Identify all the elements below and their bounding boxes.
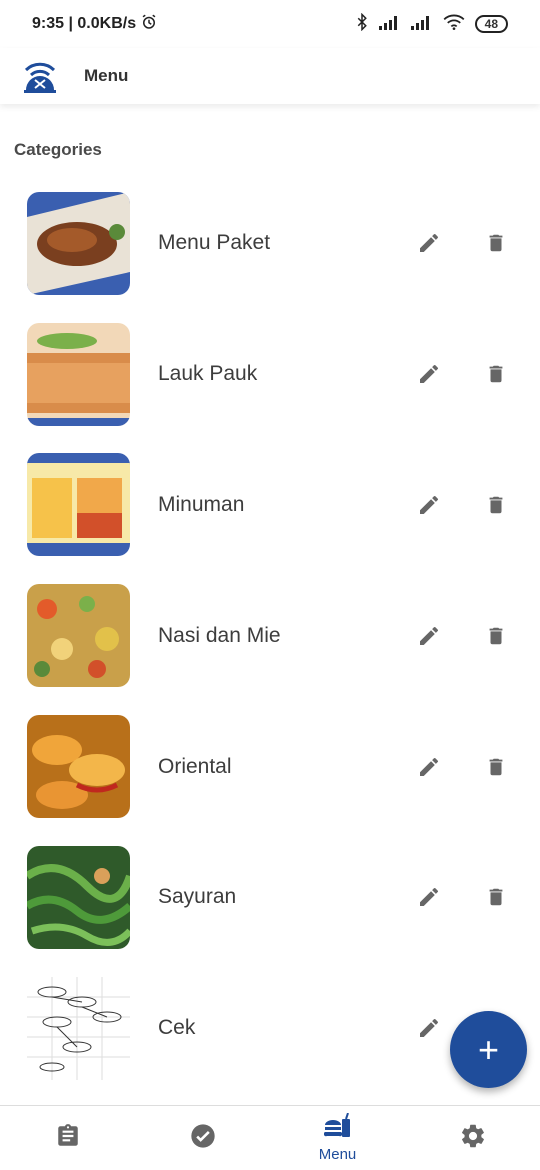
- status-time: 9:35 | 0.0KB/s: [32, 15, 137, 32]
- category-label: Nasi dan Mie: [158, 623, 281, 647]
- list-item[interactable]: Oriental: [0, 701, 540, 832]
- nav-label-menu: Menu: [318, 1146, 357, 1163]
- edit-icon[interactable]: [414, 228, 444, 258]
- status-bar: 9:35 | 0.0KB/s 48: [0, 0, 540, 48]
- list-item[interactable]: Minuman: [0, 440, 540, 571]
- plus-icon: +: [477, 1028, 500, 1070]
- category-thumbnail: [27, 322, 130, 426]
- section-title: Categories: [14, 140, 102, 159]
- list-item[interactable]: Menu Paket: [0, 178, 540, 309]
- page-title: Menu: [84, 66, 129, 85]
- delete-icon[interactable]: [481, 621, 511, 651]
- delete-icon[interactable]: [481, 359, 511, 389]
- delete-icon[interactable]: [481, 882, 511, 912]
- alarm-icon: [140, 13, 158, 36]
- nav-item-orders[interactable]: [0, 1106, 135, 1170]
- status-left: 9:35 | 0.0KB/s: [32, 13, 158, 36]
- signal-icon: [378, 14, 401, 35]
- app-bar: Menu: [0, 48, 540, 104]
- list-item[interactable]: Sayuran: [0, 832, 540, 963]
- status-right: 48: [355, 12, 508, 36]
- edit-icon[interactable]: [414, 490, 444, 520]
- delete-icon[interactable]: [481, 490, 511, 520]
- battery-indicator: 48: [474, 15, 508, 33]
- category-label: Cek: [158, 1016, 196, 1040]
- category-thumbnail: [27, 191, 130, 295]
- edit-icon[interactable]: [414, 359, 444, 389]
- edit-icon[interactable]: [414, 1013, 444, 1043]
- add-category-button[interactable]: +: [450, 1011, 527, 1088]
- category-label: Oriental: [158, 754, 232, 778]
- delete-icon[interactable]: [481, 228, 511, 258]
- food-menu-icon: [323, 1112, 352, 1144]
- wifi-icon: [443, 14, 465, 35]
- bottom-nav: Menu: [0, 1105, 540, 1170]
- category-thumbnail: [27, 584, 130, 688]
- category-label: Minuman: [158, 492, 245, 516]
- check-circle-icon: [189, 1122, 217, 1155]
- category-thumbnail: [27, 715, 130, 819]
- list-item[interactable]: Nasi dan Mie: [0, 570, 540, 701]
- edit-icon[interactable]: [414, 621, 444, 651]
- edit-icon[interactable]: [414, 882, 444, 912]
- gear-icon: [459, 1122, 487, 1155]
- category-label: Sayuran: [158, 885, 237, 909]
- category-thumbnail: [27, 976, 130, 1080]
- category-thumbnail: [27, 845, 130, 949]
- edit-icon[interactable]: [414, 752, 444, 782]
- list-item[interactable]: Lauk Pauk: [0, 309, 540, 440]
- restaurant-wifi-logo: [22, 58, 58, 94]
- nav-item-settings[interactable]: [405, 1106, 540, 1170]
- category-list: Menu Paket Lauk Pauk Minuman Nasi dan Mi…: [0, 178, 540, 1094]
- category-thumbnail: [27, 453, 130, 557]
- delete-icon[interactable]: [481, 752, 511, 782]
- bluetooth-icon: [355, 12, 369, 36]
- nav-item-done[interactable]: [135, 1106, 270, 1170]
- signal-icon: [410, 14, 433, 35]
- category-label: Menu Paket: [158, 231, 271, 255]
- clipboard-icon: [55, 1122, 81, 1155]
- nav-item-menu[interactable]: Menu: [270, 1106, 405, 1170]
- category-label: Lauk Pauk: [158, 362, 258, 386]
